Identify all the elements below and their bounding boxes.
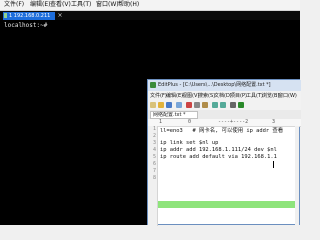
editor-menu-edit[interactable]: 编辑(E) [166, 91, 183, 101]
find-icon[interactable] [230, 102, 236, 108]
menu-edit[interactable]: 编辑(E) [30, 0, 50, 10]
cut-icon[interactable] [186, 102, 192, 108]
line-number: 7 [152, 168, 156, 174]
code-line[interactable]: ll=eno3 # 网卡名, 可以使用 ip addr 查看 [160, 126, 283, 134]
line-number-gutter: 1 2 3 4 5 6 7 8 [148, 126, 158, 226]
editor-menu-project[interactable]: 项目(P) [230, 91, 247, 101]
session-tab-label: 1 192.168.0.211 [9, 13, 51, 19]
print-icon[interactable] [176, 102, 182, 108]
text-cursor-icon [273, 161, 274, 168]
redo-icon[interactable] [220, 102, 226, 108]
editor-menu-tools[interactable]: 工具(T) [246, 91, 263, 101]
line-number: 6 [152, 161, 156, 167]
editor-menu-window[interactable]: 窗口(W) [278, 91, 297, 101]
editor-menu-browse[interactable]: 浏览(B) [262, 91, 279, 101]
line-number: 8 [152, 175, 156, 181]
menu-help[interactable]: 帮助(H) [118, 0, 139, 10]
menu-file[interactable]: 文件(F) [4, 0, 24, 10]
code-line[interactable]: ip link set $nl up [160, 140, 218, 146]
run-icon[interactable] [238, 102, 244, 108]
menu-view[interactable]: 查看(V) [50, 0, 71, 10]
lock-icon [4, 13, 7, 18]
undo-icon[interactable] [212, 102, 218, 108]
line-number: 2 [152, 133, 156, 139]
vertical-scrollbar[interactable] [295, 126, 299, 226]
editor-title: EditPlus - [C:\Users\...\Desktop\网络配置.tx… [158, 82, 271, 88]
terminal-menubar: 文件(F) 编辑(E) 查看(V) 工具(T) 窗口(W) 帮助(H) [0, 0, 300, 11]
editor-menu-search[interactable]: 搜索(S) [198, 91, 215, 101]
editor-menu-file[interactable]: 文件(F) [150, 91, 167, 101]
ruler-mark: 1 [159, 119, 163, 125]
line-number: 4 [152, 147, 156, 153]
open-folder-icon[interactable] [158, 102, 164, 108]
new-file-icon[interactable] [150, 102, 156, 108]
paste-icon[interactable] [202, 102, 208, 108]
editor-window[interactable]: EditPlus - [C:\Users\...\Desktop\网络配置.tx… [147, 79, 301, 226]
menu-window[interactable]: 窗口(W) [96, 0, 119, 10]
editor-file-tab[interactable]: 网络配置.txt * [150, 111, 198, 119]
editor-menubar: 文件(F) 编辑(E) 视图(V) 搜索(S) 文档(D) 项目(P) 工具(T… [148, 91, 301, 101]
terminal-prompt[interactable]: localhost:~# [4, 21, 51, 30]
terminal-session-tab[interactable]: 1 192.168.0.211 [3, 12, 55, 20]
ruler-mark: 3 [272, 119, 276, 125]
editor-titlebar[interactable]: EditPlus - [C:\Users\...\Desktop\网络配置.tx… [148, 80, 301, 91]
save-icon[interactable] [166, 102, 172, 108]
editor-tabstrip: 网络配置.txt * [148, 110, 301, 119]
line-number: 5 [152, 154, 156, 160]
terminal-tabbar: 1 192.168.0.211 [0, 11, 300, 20]
line-number: 1 [152, 126, 156, 132]
editplus-icon [150, 82, 156, 88]
current-line-highlight [158, 201, 299, 208]
line-number: 3 [152, 140, 156, 146]
menu-tools[interactable]: 工具(T) [71, 0, 91, 10]
copy-icon[interactable] [194, 102, 200, 108]
code-line[interactable]: ip addr add 192.168.1.111/24 dev $nl [160, 147, 277, 153]
ruler-mark: 0 [188, 119, 192, 125]
editor-menu-view[interactable]: 视图(V) [182, 91, 199, 101]
code-line[interactable]: ip route add default via 192.168.1.1 [160, 154, 277, 160]
close-tab-button[interactable]: × [56, 11, 64, 20]
ruler-mark: ----+----2 [218, 119, 249, 125]
